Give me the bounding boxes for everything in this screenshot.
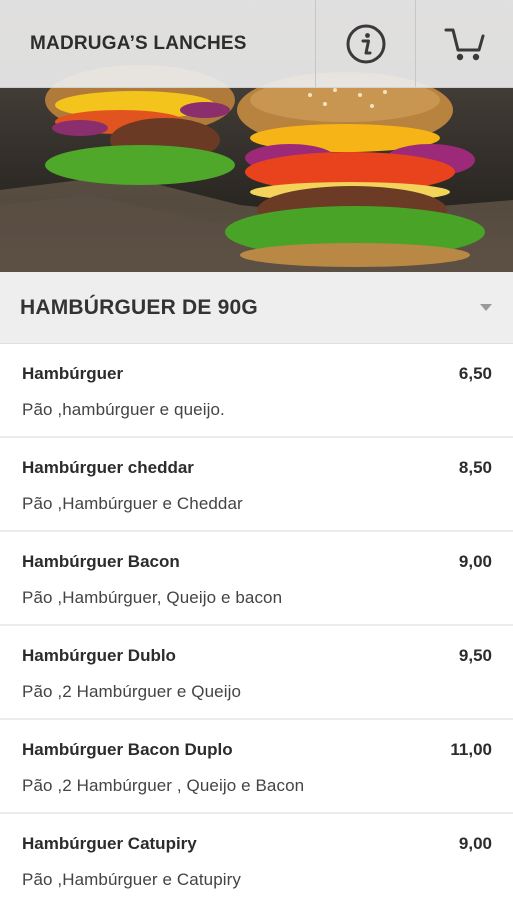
category-title: HAMBÚRGUER DE 90G	[20, 295, 258, 319]
item-price: 8,50	[458, 458, 492, 477]
info-button[interactable]	[315, 0, 415, 87]
item-description: Pão ,2 Hambúrguer e Queijo	[22, 682, 242, 701]
item-name: Hambúrguer Bacon Duplo	[22, 740, 233, 759]
app-header: MADRUGA’S LANCHES	[0, 0, 513, 88]
menu-item[interactable]: Hambúrguer Bacon Duplo 11,00 Pão ,2 Hamb…	[0, 720, 513, 814]
item-description: Pão ,Hambúrguer e Cheddar	[22, 494, 243, 513]
item-name: Hambúrguer cheddar	[22, 458, 194, 477]
app-title: MADRUGA’S LANCHES	[30, 32, 247, 54]
menu-item[interactable]: Hambúrguer Dublo 9,50 Pão ,2 Hambúrguer …	[0, 626, 513, 720]
cart-icon	[444, 28, 484, 60]
menu-item[interactable]: Hambúrguer Bacon 9,00 Pão ,Hambúrguer, Q…	[0, 532, 513, 626]
category-header[interactable]: HAMBÚRGUER DE 90G	[0, 272, 513, 344]
item-name: Hambúrguer Bacon	[22, 552, 180, 571]
item-name: Hambúrguer Dublo	[22, 646, 176, 665]
cart-button[interactable]	[415, 0, 513, 87]
item-price: 6,50	[458, 364, 492, 383]
item-price: 9,00	[458, 834, 492, 853]
item-name: Hambúrguer Catupiry	[22, 834, 197, 853]
menu-list: Hambúrguer 6,50 Pão ,hambúrguer e queijo…	[0, 344, 513, 900]
item-description: Pão ,hambúrguer e queijo.	[22, 400, 225, 419]
item-description: Pão ,2 Hambúrguer , Queijo e Bacon	[22, 776, 305, 795]
menu-item[interactable]: Hambúrguer Catupiry 9,00 Pão ,Hambúrguer…	[0, 814, 513, 900]
item-description: Pão ,Hambúrguer e Catupiry	[22, 870, 241, 889]
item-description: Pão ,Hambúrguer, Queijo e bacon	[22, 588, 283, 607]
item-price: 9,00	[458, 552, 492, 571]
item-price: 11,00	[450, 740, 492, 759]
item-price: 9,50	[458, 646, 492, 665]
menu-item[interactable]: Hambúrguer cheddar 8,50 Pão ,Hambúrguer …	[0, 438, 513, 532]
item-name: Hambúrguer	[22, 364, 124, 383]
chevron-down-icon	[480, 304, 492, 311]
info-icon	[346, 24, 385, 63]
menu-item[interactable]: Hambúrguer 6,50 Pão ,hambúrguer e queijo…	[0, 344, 513, 438]
